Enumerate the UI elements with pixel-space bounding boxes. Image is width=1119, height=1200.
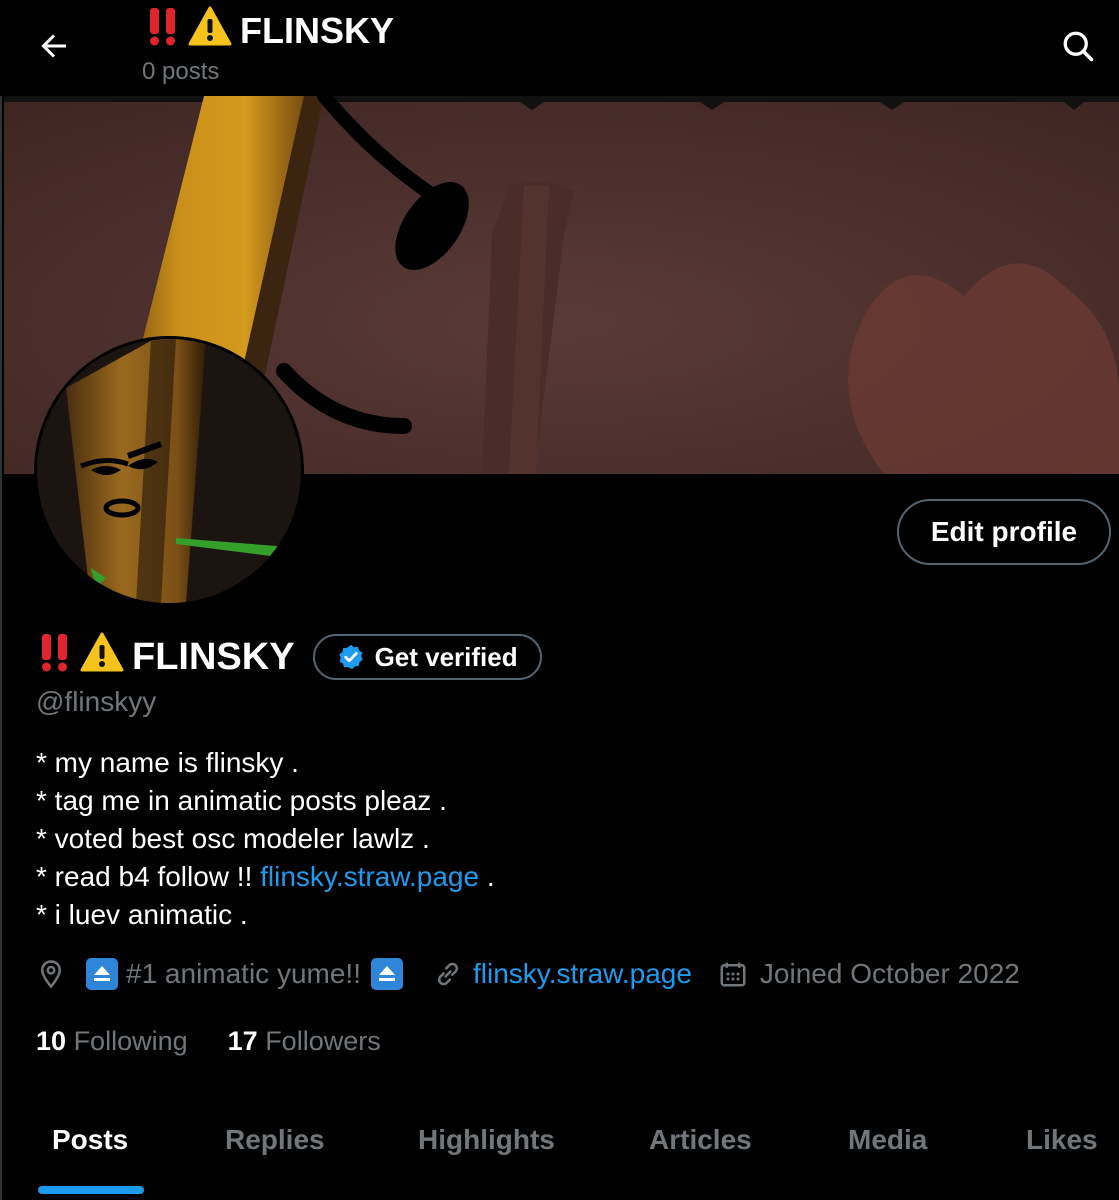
bio-link[interactable]: flinsky.straw.page (260, 861, 479, 892)
follow-stats: 10 Following 17 Followers (36, 1026, 381, 1057)
eject-icon (371, 958, 403, 990)
tab-highlights[interactable]: Highlights (418, 1124, 555, 1156)
get-verified-label: Get verified (374, 641, 518, 672)
location-text: #1 animatic yume!! (126, 958, 361, 989)
display-name: FLINSKY (38, 632, 295, 682)
header-title-text: FLINSKY (240, 9, 395, 51)
bio-line: * voted best osc modeler lawlz . (36, 823, 430, 854)
tab-likes[interactable]: Likes (1026, 1124, 1098, 1156)
header-title: FLINSKY (146, 6, 394, 55)
name-row: FLINSKY Get verified (38, 632, 542, 682)
tab-posts[interactable]: Posts (52, 1124, 128, 1156)
get-verified-button[interactable]: Get verified (312, 634, 542, 680)
post-count: 0 posts (142, 58, 220, 85)
search-icon (1063, 31, 1094, 62)
followers-link[interactable]: 17 Followers (228, 1026, 381, 1057)
active-tab-indicator (38, 1186, 144, 1194)
arrow-left-icon (41, 34, 66, 58)
calendar-icon (720, 962, 746, 987)
bio-line: * tag me in animatic posts pleaz . (36, 785, 447, 816)
join-date: Joined October 2022 (718, 958, 1020, 990)
tab-media[interactable]: Media (848, 1124, 927, 1156)
bio-text: . (479, 861, 495, 892)
bio-line: * i luev animatic . (36, 899, 248, 930)
website: flinsky.straw.page (433, 958, 692, 990)
link-icon (437, 962, 459, 986)
tab-articles[interactable]: Articles (649, 1124, 752, 1156)
bio-text: * read b4 follow !! (36, 861, 261, 892)
display-name-text: FLINSKY (132, 635, 295, 678)
location-icon (40, 960, 62, 989)
bio-line: * read b4 follow !! flinsky.straw.page . (36, 858, 495, 896)
warning-icon (80, 632, 124, 682)
location: #1 animatic yume!! (36, 958, 409, 990)
joined-text: Joined October 2022 (759, 958, 1020, 989)
verified-badge-icon (338, 644, 363, 670)
website-link[interactable]: flinsky.straw.page (473, 958, 692, 990)
following-label: Following (73, 1026, 188, 1056)
bio: * my name is flinsky . * tag me in anima… (36, 744, 495, 934)
back-button[interactable] (30, 22, 78, 70)
avatar[interactable] (34, 336, 304, 606)
tab-replies[interactable]: Replies (225, 1124, 325, 1156)
profile-header: FLINSKY 0 posts (0, 0, 1119, 96)
following-link[interactable]: 10 Following (36, 1026, 188, 1057)
eject-icon (86, 958, 118, 990)
user-handle: @flinskyy (36, 686, 157, 717)
profile-meta: #1 animatic yume!! flinsky.straw.page Jo… (36, 958, 1020, 990)
followers-count: 17 (227, 1026, 258, 1056)
followers-label: Followers (265, 1026, 381, 1056)
double-exclamation-icon (146, 6, 180, 55)
edit-profile-button[interactable]: Edit profile (897, 499, 1111, 565)
warning-icon (188, 6, 232, 55)
bio-line: * my name is flinsky . (36, 747, 299, 778)
following-count: 10 (36, 1026, 67, 1056)
search-button[interactable] (1052, 20, 1104, 72)
double-exclamation-icon (38, 632, 72, 682)
profile-tabs: Posts Replies Highlights Articles Media … (4, 1100, 1119, 1200)
